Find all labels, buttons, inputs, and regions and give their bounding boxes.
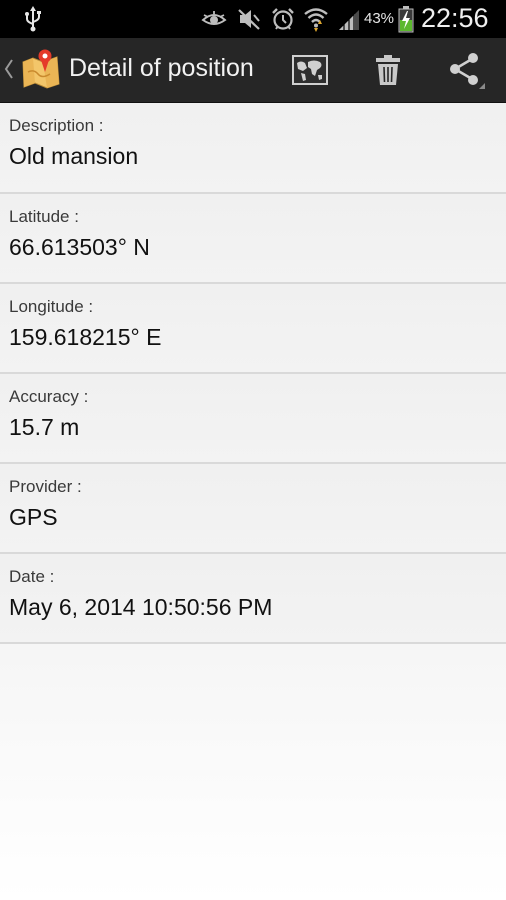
usb-icon	[25, 6, 41, 32]
action-bar: Detail of position	[0, 38, 506, 103]
latitude-value: 66.613503° N	[9, 234, 150, 260]
detail-row-provider[interactable]: Provider : GPS	[0, 464, 506, 554]
latitude-label: Latitude :	[9, 207, 79, 226]
mute-icon	[238, 9, 260, 30]
status-bar: 43% 22:56	[0, 0, 506, 38]
map-icon	[292, 55, 328, 85]
longitude-label: Longitude :	[9, 297, 94, 316]
detail-list: Description : Old mansion Latitude : 66.…	[0, 103, 506, 644]
detail-row-date[interactable]: Date : May 6, 2014 10:50:56 PM	[0, 554, 506, 644]
signal-icon	[339, 10, 359, 30]
alarm-icon	[272, 8, 294, 30]
description-value: Old mansion	[9, 143, 139, 169]
longitude-value: 159.618215° E	[9, 324, 162, 350]
date-value: May 6, 2014 10:50:56 PM	[9, 594, 273, 620]
detail-row-longitude[interactable]: Longitude : 159.618215° E	[0, 284, 506, 374]
chevron-left-icon	[4, 59, 13, 79]
description-label: Description :	[9, 116, 104, 135]
accuracy-label: Accuracy :	[9, 387, 89, 406]
map-button[interactable]	[278, 38, 342, 102]
battery-percent: 43%	[364, 10, 395, 27]
share-button[interactable]	[434, 38, 498, 102]
eye-icon	[201, 11, 227, 25]
screen: 43% 22:56 Detail of position Description…	[0, 0, 506, 900]
accuracy-value: 15.7 m	[9, 414, 80, 440]
wifi-icon	[304, 8, 328, 32]
app-map-pin-icon	[22, 49, 60, 89]
page-title: Detail of position	[69, 54, 254, 82]
battery-icon	[398, 6, 414, 33]
detail-row-description[interactable]: Description : Old mansion	[0, 103, 506, 194]
clock: 22:56	[421, 3, 489, 33]
delete-button[interactable]	[356, 38, 420, 102]
provider-label: Provider :	[9, 477, 82, 496]
provider-value: GPS	[9, 504, 58, 530]
date-label: Date :	[9, 567, 55, 586]
detail-row-latitude[interactable]: Latitude : 66.613503° N	[0, 194, 506, 284]
detail-row-accuracy[interactable]: Accuracy : 15.7 m	[0, 374, 506, 464]
up-navigation[interactable]: Detail of position	[0, 38, 270, 102]
share-icon	[450, 53, 485, 89]
trash-icon	[376, 55, 400, 85]
